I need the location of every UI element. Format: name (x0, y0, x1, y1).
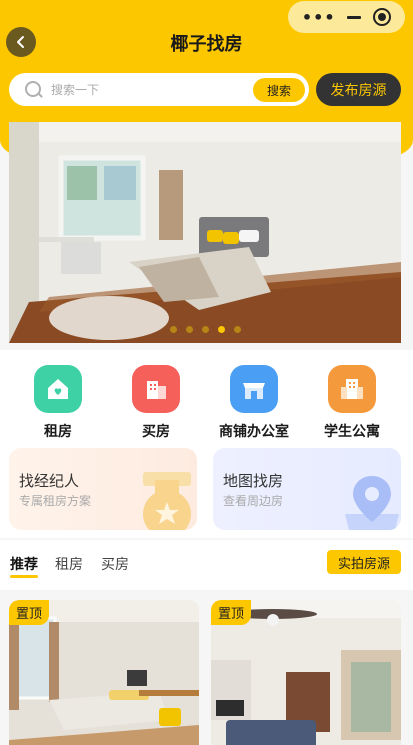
miniprogram-capsule: ••• (288, 1, 405, 33)
tab-recommend[interactable]: 推荐 (10, 554, 38, 578)
category-rent[interactable]: 租房 (8, 365, 108, 441)
more-icon[interactable]: ••• (302, 8, 336, 27)
card-subtitle: 查看周边房 (223, 494, 284, 508)
publish-listing-button[interactable]: 发布房源 (316, 73, 401, 106)
search-input[interactable]: 搜索一下 搜索 (9, 73, 309, 106)
category-shop-office[interactable]: 商铺办公室 (204, 365, 304, 441)
category-label: 学生公寓 (324, 424, 380, 440)
listing-card[interactable]: 置顶 (211, 600, 401, 745)
listing-tabs: 推荐 租房 买房 实拍房源 (0, 540, 413, 590)
search-button[interactable]: 搜索 (253, 78, 305, 102)
real-photo-listings-button[interactable]: 实拍房源 (327, 550, 401, 574)
category-grid: 租房 买房 商铺办公室 学生公寓 (0, 350, 413, 442)
minimize-icon[interactable] (347, 15, 362, 19)
category-buy[interactable]: 买房 (106, 365, 206, 441)
carousel-dot[interactable] (169, 326, 177, 333)
category-student-apartment[interactable]: 学生公寓 (302, 365, 402, 441)
card-subtitle: 专属租房方案 (19, 494, 92, 508)
close-target-icon[interactable] (373, 8, 392, 26)
medal-icon (143, 472, 191, 530)
search-icon (25, 80, 43, 99)
storefront-icon (230, 365, 278, 413)
banner-bedroom-image (9, 122, 401, 343)
tab-rent[interactable]: 租房 (55, 554, 83, 574)
card-title: 找经纪人 (19, 472, 80, 490)
carousel-dot-active[interactable] (217, 326, 225, 333)
house-heart-icon (34, 365, 82, 413)
page-title: 椰子找房 (170, 34, 243, 55)
listing-grid: 置顶 置顶 (0, 590, 413, 745)
map-pin-icon (345, 476, 399, 530)
feature-cards: 找经纪人 专属租房方案 地图找房 查看周边房 (0, 442, 413, 538)
apartment-icon (328, 365, 376, 413)
banner-carousel[interactable] (9, 122, 401, 343)
carousel-dot[interactable] (185, 326, 193, 333)
find-agent-card[interactable]: 找经纪人 专属租房方案 (9, 448, 197, 530)
category-label: 买房 (142, 424, 170, 440)
map-search-card[interactable]: 地图找房 查看周边房 (213, 448, 401, 530)
category-label: 商铺办公室 (219, 424, 289, 440)
category-label: 租房 (44, 424, 72, 440)
carousel-dot[interactable] (201, 326, 209, 333)
pinned-badge: 置顶 (9, 600, 50, 625)
card-title: 地图找房 (223, 472, 284, 490)
tab-buy[interactable]: 买房 (101, 554, 129, 574)
building-icon (132, 365, 180, 413)
carousel-indicators (9, 326, 401, 333)
listing-card[interactable]: 置顶 (9, 600, 199, 745)
carousel-dot[interactable] (233, 326, 241, 333)
pinned-badge: 置顶 (211, 600, 252, 625)
